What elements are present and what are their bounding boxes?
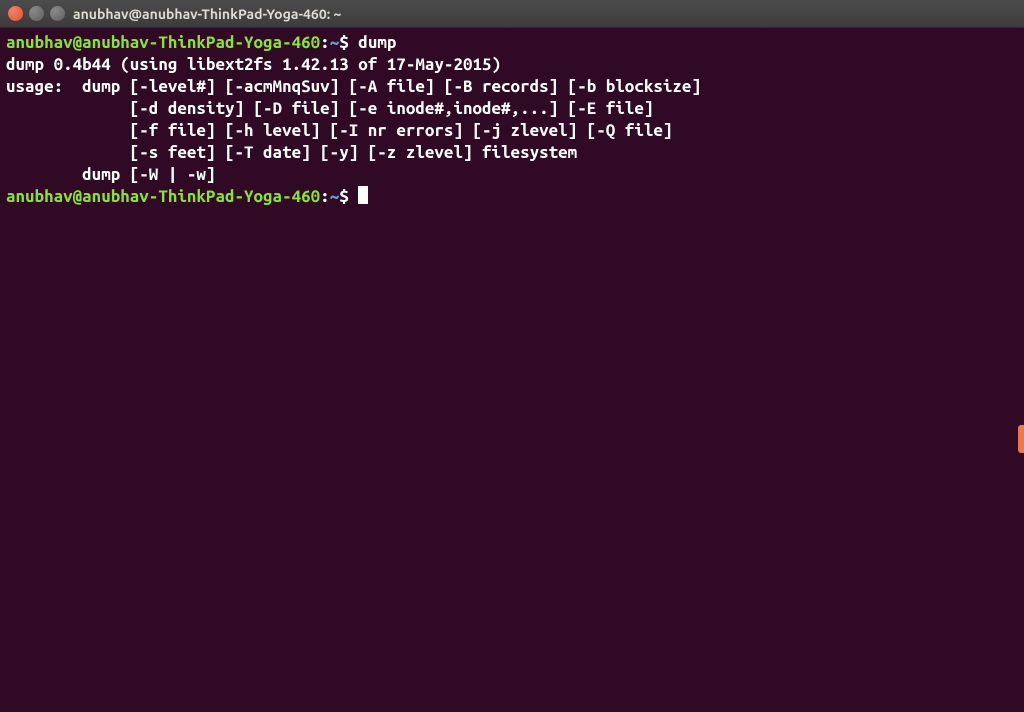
output-line: usage: dump [-level#] [-acmMnqSuv] [-A f… (6, 76, 1018, 98)
scrollbar-indicator[interactable] (1018, 425, 1024, 453)
window-title: anubhav@anubhav-ThinkPad-Yoga-460: ~ (73, 6, 341, 22)
prompt-userhost: anubhav@anubhav-ThinkPad-Yoga-460 (6, 33, 320, 52)
prompt-userhost: anubhav@anubhav-ThinkPad-Yoga-460 (6, 187, 320, 206)
close-icon[interactable] (8, 6, 23, 21)
output-line: [-d density] [-D file] [-e inode#,inode#… (6, 98, 1018, 120)
minimize-icon[interactable] (29, 6, 44, 21)
prompt-sigil: $ (339, 187, 349, 206)
prompt-path: ~ (330, 187, 340, 206)
titlebar: anubhav@anubhav-ThinkPad-Yoga-460: ~ (0, 0, 1024, 28)
terminal-window: anubhav@anubhav-ThinkPad-Yoga-460: ~ anu… (0, 0, 1024, 712)
window-controls (8, 6, 65, 21)
output-line: dump 0.4b44 (using libext2fs 1.42.13 of … (6, 54, 1018, 76)
output-line: dump [-W | -w] (6, 164, 1018, 186)
output-line: [-f file] [-h level] [-I nr errors] [-j … (6, 120, 1018, 142)
output-line: [-s feet] [-T date] [-y] [-z zlevel] fil… (6, 142, 1018, 164)
prompt-sep: : (320, 33, 330, 52)
prompt-sep: : (320, 187, 330, 206)
prompt-sigil: $ (339, 33, 349, 52)
cursor (358, 186, 368, 204)
command-input: dump (358, 33, 396, 52)
maximize-icon[interactable] (50, 6, 65, 21)
terminal-body[interactable]: anubhav@anubhav-ThinkPad-Yoga-460:~$ dum… (0, 28, 1024, 712)
prompt-path: ~ (330, 33, 340, 52)
